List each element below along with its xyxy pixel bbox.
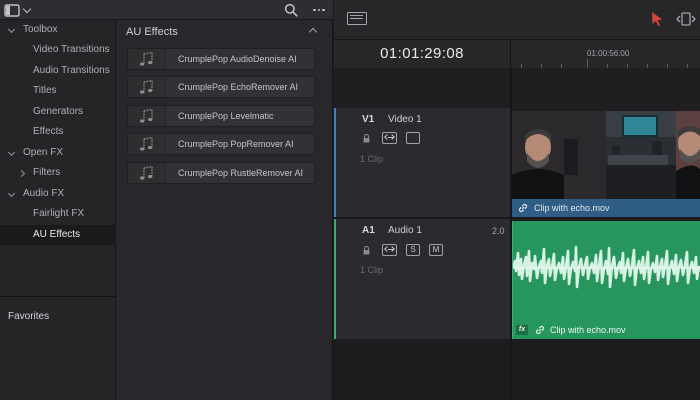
link-icon	[535, 325, 545, 335]
search-icon	[284, 3, 298, 17]
tree-item-generators[interactable]: Generators	[0, 102, 116, 122]
effects-library-panel: Toolbox Video Transitions Audio Transiti…	[0, 0, 333, 400]
audio-clip-name: Clip with echo.mov	[550, 325, 626, 335]
effect-item-levelmatic[interactable]: CrumplePop Levelmatic	[127, 105, 315, 127]
effect-item-label: CrumplePop PopRemover AI	[178, 139, 294, 149]
favorites-section[interactable]: Favorites	[0, 296, 116, 400]
effects-list-title: AU Effects	[126, 26, 178, 38]
effect-item-audiodenoise[interactable]: CrumplePop AudioDenoise AI	[127, 48, 315, 70]
more-options-icon	[313, 8, 316, 12]
tree-item-label: Filters	[33, 167, 61, 178]
music-note-icon	[140, 136, 153, 151]
effect-item-echoremover[interactable]: CrumplePop EchoRemover AI	[127, 76, 315, 98]
music-note-icon	[140, 165, 153, 180]
effect-item-label: CrumplePop EchoRemover AI	[178, 82, 299, 92]
chevron-down-icon	[7, 189, 16, 198]
timeline-toolbar	[334, 0, 700, 40]
track-title: Audio 1	[388, 225, 422, 236]
favorites-label: Favorites	[8, 311, 50, 322]
video-clip-thumbnail	[512, 111, 700, 199]
tree-item-effects[interactable]: Effects	[0, 122, 116, 142]
tree-item-label: Fairlight FX	[33, 208, 85, 219]
timeline-tracks: V1 Video 1 1 Clip A1 Audio 1 2.0 S M 1 C…	[334, 68, 700, 400]
selection-cursor-icon[interactable]	[650, 11, 664, 27]
chevron-down-icon	[7, 25, 16, 34]
timeline-timecode: 01:01:29:08	[334, 40, 510, 68]
channel-format: 2.0	[492, 226, 505, 236]
audio-track-marker	[334, 219, 336, 339]
auto-select-icon[interactable]	[382, 132, 397, 144]
tree-item-open-fx[interactable]: Open FX	[0, 143, 116, 163]
audio-waveform	[513, 245, 700, 289]
effect-item-label: CrumplePop Levelmatic	[178, 111, 274, 121]
effect-item-label: CrumplePop AudioDenoise AI	[178, 54, 297, 64]
effects-list: AU Effects CrumplePop AudioDenoise AI Cr…	[117, 20, 332, 400]
ruler-timecode: 01:00:56:00	[587, 49, 630, 58]
chevron-up-icon[interactable]	[308, 27, 318, 37]
effect-item-rustleremover[interactable]: CrumplePop RustleRemover AI	[127, 162, 315, 184]
timeline-layout-icon[interactable]	[347, 12, 367, 25]
music-note-icon	[140, 79, 153, 94]
more-options-button[interactable]	[310, 3, 328, 17]
chevron-right-icon	[17, 169, 26, 177]
tree-item-label: Effects	[33, 126, 64, 137]
track-id: A1	[362, 225, 375, 236]
clip-count: 1 Clip	[360, 265, 384, 275]
tree-item-filters[interactable]: Filters	[0, 163, 116, 183]
link-icon	[518, 203, 528, 213]
tree-item-label: Audio Transitions	[33, 65, 110, 76]
tree-item-au-effects[interactable]: AU Effects	[0, 225, 116, 245]
tree-item-label: Toolbox	[23, 24, 58, 35]
panel-toggle-button[interactable]	[4, 3, 42, 17]
tree-item-video-transitions[interactable]: Video Transitions	[0, 40, 116, 60]
track-header-audio-1[interactable]: A1 Audio 1 2.0 S M 1 Clip	[334, 219, 510, 339]
trim-mode-icon[interactable]	[675, 11, 697, 27]
solo-button[interactable]: S	[406, 244, 420, 256]
tree-item-label: Video Transitions	[33, 44, 110, 55]
track-header-video-1[interactable]: V1 Video 1 1 Clip	[334, 108, 510, 218]
tree-item-label: Open FX	[23, 147, 64, 158]
lock-icon[interactable]	[363, 134, 370, 143]
tree-item-label: AU Effects	[33, 229, 81, 240]
audio-fx-badge[interactable]: fx	[516, 325, 528, 335]
effects-category-tree: Toolbox Video Transitions Audio Transiti…	[0, 20, 116, 296]
effect-item-popremover[interactable]: CrumplePop PopRemover AI	[127, 133, 315, 155]
tree-item-label: Generators	[33, 106, 84, 117]
video-clip-name: Clip with echo.mov	[534, 203, 610, 213]
chevron-down-icon	[22, 4, 32, 13]
timeline-ruler[interactable]: 01:00:56:00	[510, 40, 700, 68]
video-clip[interactable]: Clip with echo.mov	[512, 111, 700, 217]
video-track-marker	[334, 108, 336, 218]
track-title: Video 1	[388, 114, 422, 125]
tree-item-label: Titles	[33, 85, 57, 96]
music-note-icon	[140, 108, 153, 123]
music-note-icon	[140, 51, 153, 66]
tree-item-toolbox[interactable]: Toolbox	[0, 20, 116, 40]
mute-button[interactable]: M	[429, 244, 443, 256]
monitor-icon[interactable]	[406, 132, 420, 144]
lock-icon[interactable]	[363, 246, 370, 255]
audio-clip[interactable]: fx Clip with echo.mov	[512, 221, 700, 339]
library-toolbar	[0, 0, 333, 20]
tree-item-label: Audio FX	[23, 188, 65, 199]
video-clip-bar: Clip with echo.mov	[512, 199, 700, 217]
tree-item-fairlight-fx[interactable]: Fairlight FX	[0, 204, 116, 224]
timeline-empty-area[interactable]	[334, 339, 700, 399]
track-id: V1	[362, 114, 375, 125]
auto-select-icon[interactable]	[382, 244, 397, 256]
tree-item-audio-transitions[interactable]: Audio Transitions	[0, 61, 116, 81]
chevron-down-icon	[7, 148, 16, 157]
panel-toggle-icon	[4, 3, 20, 17]
effect-item-label: CrumplePop RustleRemover AI	[178, 168, 304, 178]
clip-count: 1 Clip	[360, 154, 384, 164]
tree-item-titles[interactable]: Titles	[0, 81, 116, 101]
tree-item-audio-fx[interactable]: Audio FX	[0, 184, 116, 204]
search-button[interactable]	[284, 3, 298, 17]
